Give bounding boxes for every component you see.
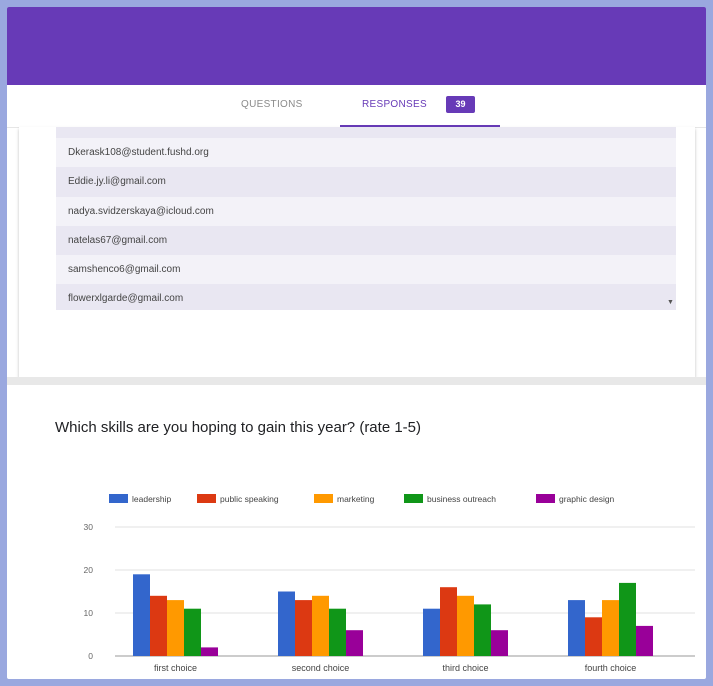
scroll-down-icon[interactable]: ▼: [667, 299, 674, 306]
bar: [133, 574, 150, 656]
tab-questions[interactable]: QUESTIONS: [241, 99, 303, 110]
bar: [201, 647, 218, 656]
bar: [474, 604, 491, 656]
bar: [184, 608, 201, 656]
list-item: flowerxlgarde@gmail.com: [56, 284, 676, 310]
bar: [167, 600, 184, 656]
responses-card: Dkerask108@student.fushd.org Eddie.jy.li…: [19, 127, 695, 377]
list-item: Dkerask108@student.fushd.org: [56, 138, 676, 168]
legend-swatch: [314, 494, 333, 503]
x-tick-label: fourth choice: [585, 663, 637, 673]
bar: [295, 600, 312, 656]
y-tick-label: 30: [84, 522, 94, 532]
legend-swatch: [404, 494, 423, 503]
legend-swatch: [536, 494, 555, 503]
tab-responses[interactable]: RESPONSES: [362, 99, 427, 110]
legend-label: business outreach: [427, 494, 496, 504]
bar: [329, 608, 346, 656]
bar: [346, 630, 363, 656]
x-tick-label: first choice: [154, 663, 197, 673]
list-item: natelas67@gmail.com: [56, 225, 676, 256]
bar: [619, 582, 636, 656]
bar: [457, 595, 474, 656]
list-item: Eddie.jy.li@gmail.com: [56, 167, 676, 197]
bar: [150, 595, 167, 656]
app-frame: QUESTIONS RESPONSES 39 Dkerask108@studen…: [7, 7, 706, 679]
bar: [423, 608, 440, 656]
legend-label: graphic design: [559, 494, 615, 504]
legend-swatch: [109, 494, 128, 503]
bar-chart: leadership public speaking marketing busine…: [84, 494, 695, 673]
bar: [491, 630, 508, 656]
bar: [278, 591, 295, 656]
bar: [312, 595, 329, 656]
bar: [568, 600, 585, 656]
y-tick-label: 10: [84, 608, 94, 618]
legend-label: public speaking: [220, 494, 279, 504]
question-card: Which skills are you hoping to gain this…: [19, 385, 695, 679]
x-tick-label: third choice: [442, 663, 488, 673]
form-header-bar: [7, 7, 706, 85]
y-tick-label: 20: [84, 565, 94, 575]
bar: [636, 625, 653, 656]
list-item-partial: [56, 127, 676, 138]
x-tick-label: second choice: [292, 663, 350, 673]
bar: [585, 617, 602, 656]
legend-swatch: [197, 494, 216, 503]
card-separator: [7, 377, 706, 385]
list-item: samshenco6@gmail.com: [56, 255, 676, 285]
responses-count-badge: 39: [446, 96, 475, 113]
bar: [440, 587, 457, 656]
legend-label: marketing: [337, 494, 375, 504]
email-response-list[interactable]: Dkerask108@student.fushd.org Eddie.jy.li…: [56, 127, 676, 310]
y-tick-label: 0: [88, 651, 93, 661]
bar: [602, 600, 619, 656]
list-item: nadya.svidzerskaya@icloud.com: [56, 196, 676, 226]
legend-label: leadership: [132, 494, 171, 504]
tab-bar: QUESTIONS RESPONSES 39: [7, 85, 706, 128]
